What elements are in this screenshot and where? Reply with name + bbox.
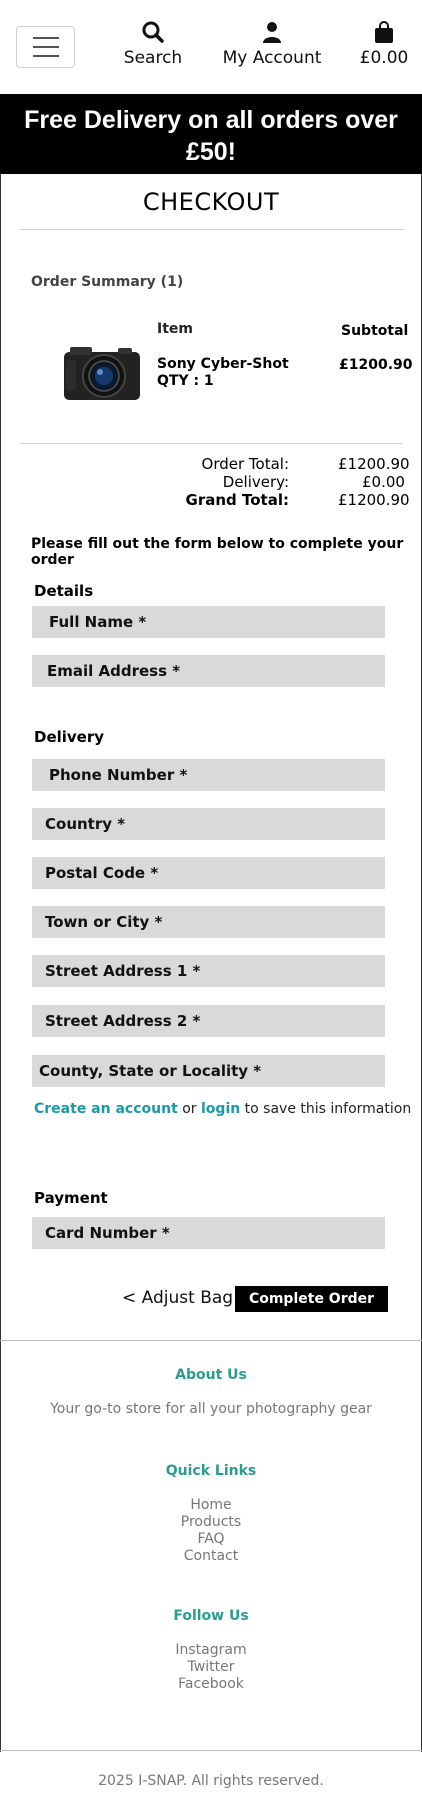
adjust-bag-link[interactable]: < Adjust Bag	[122, 1288, 233, 1308]
column-header-subtotal: Subtotal	[341, 323, 409, 339]
product-title: Sony Cyber-Shot	[157, 356, 289, 372]
create-account-line: Create an account or login to save this …	[34, 1101, 411, 1117]
social-links-list: Instagram Twitter Facebook	[0, 1642, 422, 1693]
full-name-field[interactable]: Full Name *	[32, 606, 385, 638]
grand-total-label: Grand Total:	[185, 491, 289, 509]
footer-link-instagram[interactable]: Instagram	[0, 1642, 422, 1659]
postal-code-field[interactable]: Postal Code *	[32, 857, 385, 889]
create-account-link[interactable]: Create an account	[34, 1101, 178, 1117]
quick-links-heading: Quick Links	[165, 1463, 257, 1479]
delivery-value: £0.00	[362, 473, 405, 491]
menu-button[interactable]	[16, 26, 75, 68]
banner-text: Free Delivery on all orders over £50!	[24, 106, 398, 166]
grand-total-value: £1200.90	[338, 491, 410, 509]
hamburger-icon	[33, 37, 59, 39]
my-account-label: My Account	[222, 48, 322, 68]
user-icon	[263, 22, 281, 43]
payment-section-label: Payment	[34, 1189, 108, 1207]
site-header: Search My Account £0.00	[0, 0, 422, 94]
quick-links-list: Home Products FAQ Contact	[0, 1497, 422, 1565]
copyright-text: 2025 I-SNAP. All rights reserved.	[98, 1773, 324, 1789]
country-field[interactable]: Country *	[32, 808, 385, 840]
search-button[interactable]: Search	[118, 20, 188, 68]
email-field[interactable]: Email Address *	[32, 655, 385, 687]
footer-top-divider	[0, 1340, 422, 1341]
phone-field[interactable]: Phone Number *	[32, 759, 385, 791]
footer-link-facebook[interactable]: Facebook	[0, 1676, 422, 1693]
shopping-bag-button[interactable]: £0.00	[358, 20, 410, 68]
column-header-item: Item	[157, 321, 193, 337]
search-label: Search	[123, 48, 183, 68]
search-icon	[142, 21, 164, 43]
form-instruction: Please fill out the form below to comple…	[31, 536, 404, 568]
product-image-camera[interactable]	[62, 342, 144, 404]
town-city-field[interactable]: Town or City *	[32, 906, 385, 938]
totals-labels: Order Total: Delivery: Grand Total:	[186, 455, 289, 509]
footer-link-products[interactable]: Products	[0, 1514, 422, 1531]
my-account-button[interactable]: My Account	[222, 20, 322, 68]
login-link[interactable]: login	[201, 1101, 240, 1117]
footer-bottom-divider	[0, 1750, 422, 1751]
about-us-heading: About Us	[175, 1367, 247, 1383]
order-total-label: Order Total:	[201, 455, 289, 473]
county-state-field[interactable]: County, State or Locality *	[32, 1055, 385, 1087]
street-address-1-field[interactable]: Street Address 1 *	[32, 955, 385, 987]
street-address-2-field[interactable]: Street Address 2 *	[32, 1005, 385, 1037]
delivery-section-label: Delivery	[34, 728, 105, 746]
follow-us-heading: Follow Us	[173, 1608, 249, 1624]
product-subtotal: £1200.90	[339, 357, 413, 373]
card-number-field[interactable]: Card Number *	[32, 1217, 385, 1249]
or-text: or	[182, 1101, 197, 1117]
details-section-label: Details	[34, 582, 94, 600]
shopping-bag-icon	[375, 21, 393, 43]
title-divider	[20, 229, 404, 230]
about-us-text: Your go-to store for all your photograph…	[50, 1401, 372, 1417]
footer-link-contact[interactable]: Contact	[0, 1548, 422, 1565]
hamburger-icon	[33, 55, 59, 57]
footer-link-faq[interactable]: FAQ	[0, 1531, 422, 1548]
complete-order-button[interactable]: Complete Order	[235, 1286, 388, 1312]
order-summary-title: Order Summary (1)	[31, 274, 184, 290]
hamburger-icon	[33, 46, 59, 48]
bag-total-label: £0.00	[359, 48, 409, 68]
totals-values: £1200.90 £0.00 £1200.90	[338, 455, 410, 509]
save-info-text: to save this information	[244, 1101, 412, 1117]
free-delivery-banner: Free Delivery on all orders over £50!	[0, 94, 422, 174]
footer-link-home[interactable]: Home	[0, 1497, 422, 1514]
footer-link-twitter[interactable]: Twitter	[0, 1659, 422, 1676]
summary-divider	[20, 443, 402, 444]
order-total-value: £1200.90	[338, 455, 410, 473]
delivery-label: Delivery:	[222, 473, 289, 491]
product-name[interactable]: Sony Cyber-Shot QTY : 1	[157, 356, 289, 390]
product-quantity: QTY : 1	[157, 373, 214, 389]
page-title: CHECKOUT	[142, 188, 280, 216]
